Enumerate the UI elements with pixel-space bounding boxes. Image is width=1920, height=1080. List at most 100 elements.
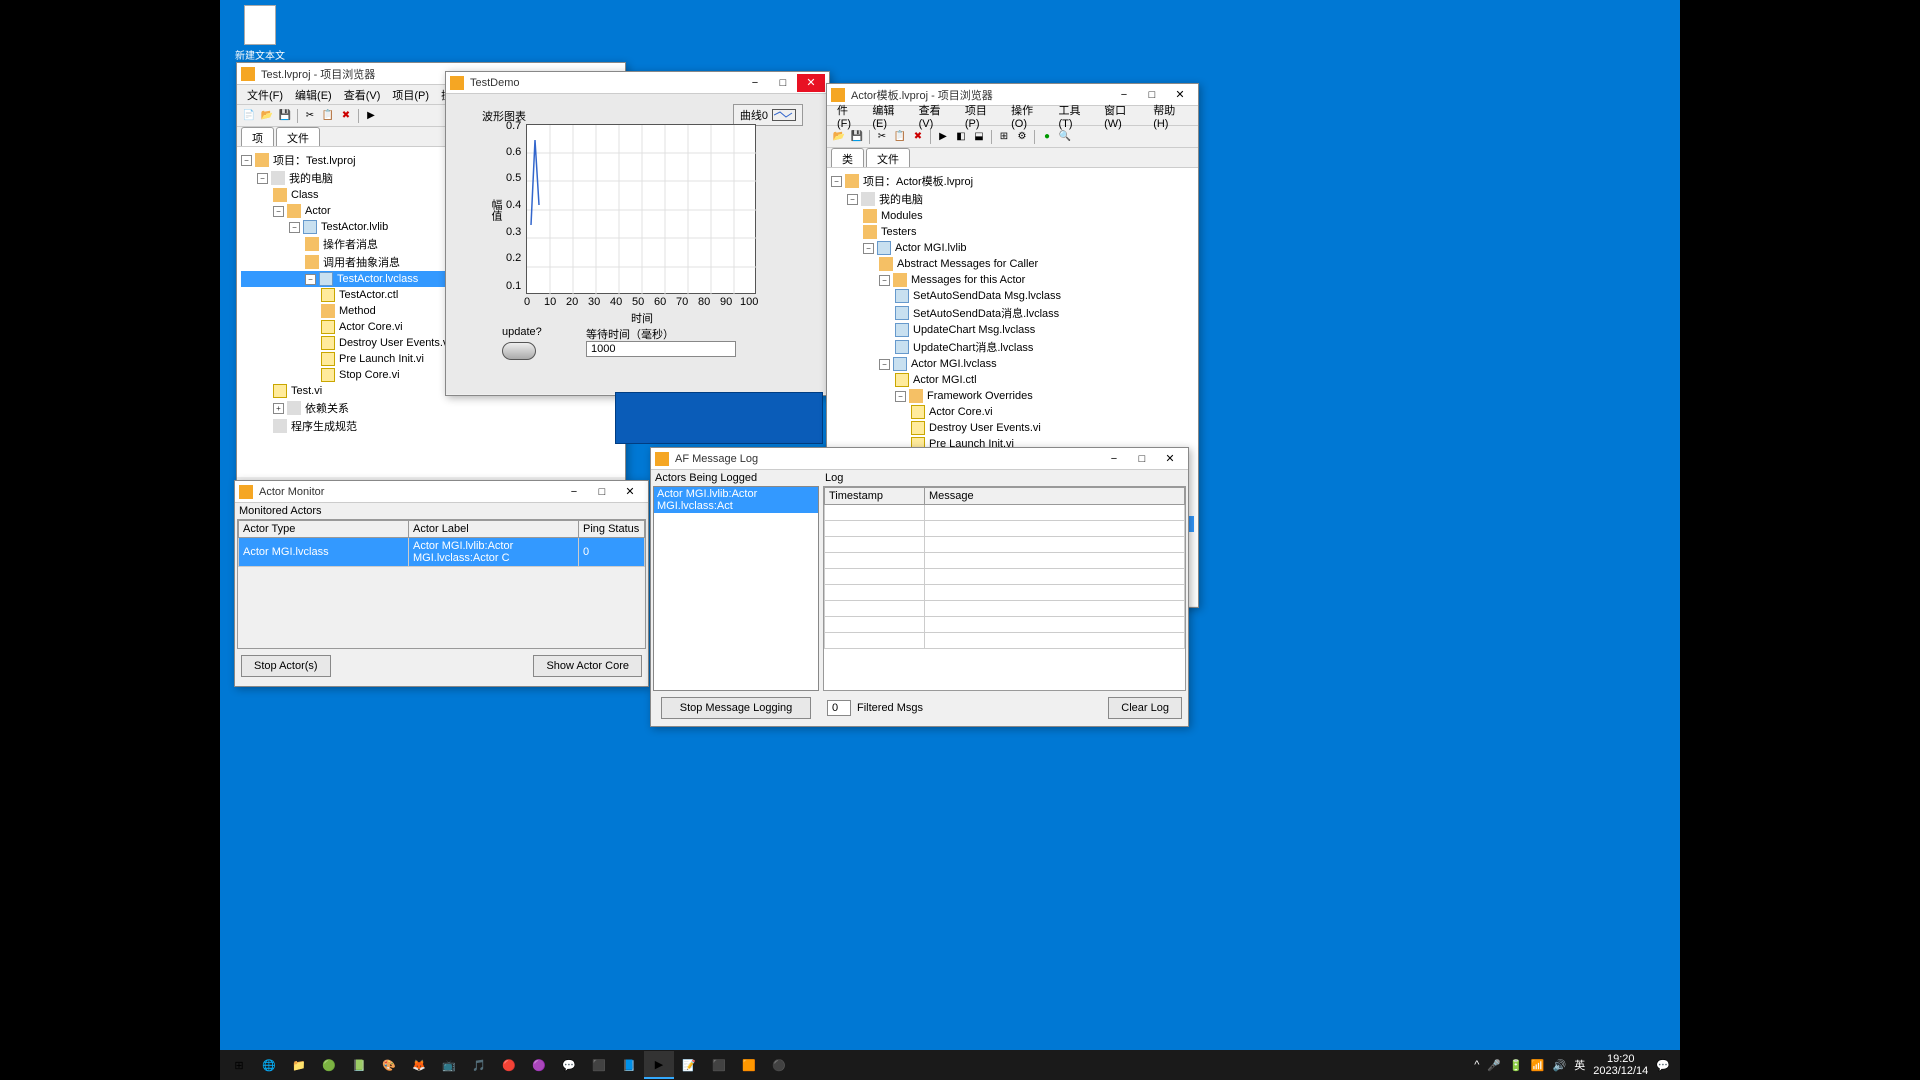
tool-icon[interactable]: ◧ [953, 129, 969, 145]
monitor-table[interactable]: Actor Type Actor Label Ping Status Actor… [238, 520, 645, 567]
menu-file[interactable]: 件(F) [831, 100, 866, 132]
task-app-icon[interactable]: 🟧 [734, 1051, 764, 1079]
task-app-icon[interactable]: 🟣 [524, 1051, 554, 1079]
minimize-button[interactable]: − [560, 483, 588, 501]
tree-destroy[interactable]: Destroy User Events.vi [831, 420, 1194, 436]
tree-core[interactable]: Actor Core.vi [831, 404, 1194, 420]
menu-edit[interactable]: 编辑(E) [866, 100, 912, 132]
tab-items[interactable]: 项 [241, 127, 274, 146]
tool-icon[interactable]: ⊞ [996, 129, 1012, 145]
col-message[interactable]: Message [925, 488, 1185, 505]
menu-help[interactable]: 帮助(H) [1147, 100, 1194, 132]
maximize-button[interactable]: □ [1128, 450, 1156, 468]
tool-copy-icon[interactable]: 📋 [320, 108, 336, 124]
menu-tools[interactable]: 工具(T) [1052, 100, 1098, 132]
waveform-chart[interactable] [526, 124, 756, 294]
tab-items[interactable]: 类 [831, 148, 864, 167]
tree-fw-over[interactable]: −Framework Overrides [831, 388, 1194, 404]
maximize-button[interactable]: □ [769, 74, 797, 92]
tool-delete-icon[interactable]: ✖ [338, 108, 354, 124]
chart-legend[interactable]: 曲线0 [733, 104, 803, 126]
tree-updchart-xiaoxi[interactable]: UpdateChart消息.lvclass [831, 338, 1194, 356]
tray-time[interactable]: 19:20 [1593, 1053, 1648, 1065]
tray-volume-icon[interactable]: 🔊 [1553, 1059, 1567, 1072]
menu-project[interactable]: 项目(P) [386, 85, 435, 105]
tool-cut-icon[interactable]: ✂ [302, 108, 318, 124]
tree-mgi-ctl[interactable]: Actor MGI.ctl [831, 372, 1194, 388]
tree-abs-msg[interactable]: Abstract Messages for Caller [831, 256, 1194, 272]
col-actor-label[interactable]: Actor Label [409, 521, 579, 538]
task-app-icon[interactable]: 🔴 [494, 1051, 524, 1079]
task-app-icon[interactable]: ⬛ [584, 1051, 614, 1079]
tool-cut-icon[interactable]: ✂ [874, 129, 890, 145]
task-notepad-icon[interactable]: 📝 [674, 1051, 704, 1079]
tree-modules[interactable]: Modules [831, 208, 1194, 224]
minimize-button[interactable]: − [741, 74, 769, 92]
titlebar-msglog[interactable]: AF Message Log − □ ✕ [651, 448, 1188, 470]
task-edge-icon[interactable]: 🌐 [254, 1051, 284, 1079]
tool-run-icon[interactable]: ▶ [363, 108, 379, 124]
tool-open-icon[interactable]: 📂 [259, 108, 275, 124]
task-app-icon[interactable]: 📺 [434, 1051, 464, 1079]
col-actor-type[interactable]: Actor Type [239, 521, 409, 538]
task-wechat-icon[interactable]: 💬 [554, 1051, 584, 1079]
menu-window[interactable]: 窗口(W) [1098, 100, 1147, 132]
system-tray[interactable]: ^ 🎤 🔋 📶 🔊 英 19:20 2023/12/14 💬 [1474, 1053, 1676, 1077]
titlebar-demo[interactable]: TestDemo − □ ✕ [446, 72, 829, 94]
close-button[interactable]: ✕ [797, 74, 825, 92]
task-word-icon[interactable]: 📘 [614, 1051, 644, 1079]
task-app-icon[interactable]: 📗 [344, 1051, 374, 1079]
tab-files[interactable]: 文件 [866, 148, 910, 167]
tool-save-icon[interactable]: 💾 [849, 129, 865, 145]
menu-view[interactable]: 查看(V) [913, 100, 959, 132]
tool-icon[interactable]: ⬓ [971, 129, 987, 145]
tool-delete-icon[interactable]: ✖ [910, 129, 926, 145]
task-firefox-icon[interactable]: 🦊 [404, 1051, 434, 1079]
menu-edit[interactable]: 编辑(E) [289, 85, 338, 105]
menu-file[interactable]: 文件(F) [241, 85, 289, 105]
tree-deps[interactable]: +依赖关系 [241, 399, 621, 417]
task-obs-icon[interactable]: ⚫ [764, 1051, 794, 1079]
tray-notification-icon[interactable]: 💬 [1656, 1059, 1670, 1072]
start-button[interactable]: ⊞ [224, 1051, 254, 1079]
titlebar-monitor[interactable]: Actor Monitor − □ ✕ [235, 481, 648, 503]
table-row[interactable]: Actor MGI.lvclass Actor MGI.lvlib:Actor … [239, 538, 645, 567]
filter-count-input[interactable] [827, 700, 851, 716]
col-ping-status[interactable]: Ping Status [579, 521, 645, 538]
tree-msg-for[interactable]: −Messages for this Actor [831, 272, 1194, 288]
task-app-icon[interactable]: ⬛ [704, 1051, 734, 1079]
maximize-button[interactable]: □ [588, 483, 616, 501]
menu-operate[interactable]: 操作(O) [1005, 100, 1052, 132]
col-timestamp[interactable]: Timestamp [825, 488, 925, 505]
tree-mypc[interactable]: −我的电脑 [831, 190, 1194, 208]
tree-updchart-msg[interactable]: UpdateChart Msg.lvclass [831, 322, 1194, 338]
minimize-button[interactable]: − [1100, 450, 1128, 468]
tool-search-icon[interactable]: 🔍 [1057, 129, 1073, 145]
menu-view[interactable]: 查看(V) [338, 85, 387, 105]
tab-files[interactable]: 文件 [276, 127, 320, 146]
task-app-icon[interactable]: 🟢 [314, 1051, 344, 1079]
tree-setauto-xiaoxi[interactable]: SetAutoSendData消息.lvclass [831, 304, 1194, 322]
tool-save-icon[interactable]: 💾 [277, 108, 293, 124]
taskbar[interactable]: ⊞ 🌐 📁 🟢 📗 🎨 🦊 📺 🎵 🔴 🟣 💬 ⬛ 📘 ▶ 📝 ⬛ 🟧 ⚫ ^ … [220, 1050, 1680, 1080]
task-app-icon[interactable]: 🎨 [374, 1051, 404, 1079]
tree-build[interactable]: 程序生成规范 [241, 417, 621, 435]
task-app-icon[interactable]: 🎵 [464, 1051, 494, 1079]
tool-icon[interactable]: ⚙ [1014, 129, 1030, 145]
tray-ime[interactable]: 英 [1574, 1057, 1585, 1073]
log-table[interactable]: Timestamp Message [823, 486, 1186, 691]
wait-time-input[interactable] [586, 341, 736, 357]
tree-root[interactable]: −项目：Actor模板.lvproj [831, 172, 1194, 190]
tray-chevron-icon[interactable]: ^ [1474, 1059, 1479, 1071]
tray-date[interactable]: 2023/12/14 [1593, 1065, 1648, 1077]
stop-actor-button[interactable]: Stop Actor(s) [241, 655, 331, 677]
tool-new-icon[interactable]: 📄 [241, 108, 257, 124]
tray-wifi-icon[interactable]: 📶 [1531, 1059, 1545, 1072]
menu-project[interactable]: 项目(P) [959, 100, 1005, 132]
tray-mic-icon[interactable]: 🎤 [1487, 1059, 1501, 1072]
tree-setauto-msg[interactable]: SetAutoSendData Msg.lvclass [831, 288, 1194, 304]
tool-icon[interactable]: ● [1039, 129, 1055, 145]
tool-run-icon[interactable]: ▶ [935, 129, 951, 145]
update-toggle[interactable] [502, 342, 536, 363]
actors-listbox[interactable]: Actor MGI.lvlib:Actor MGI.lvclass:Act [653, 486, 819, 691]
